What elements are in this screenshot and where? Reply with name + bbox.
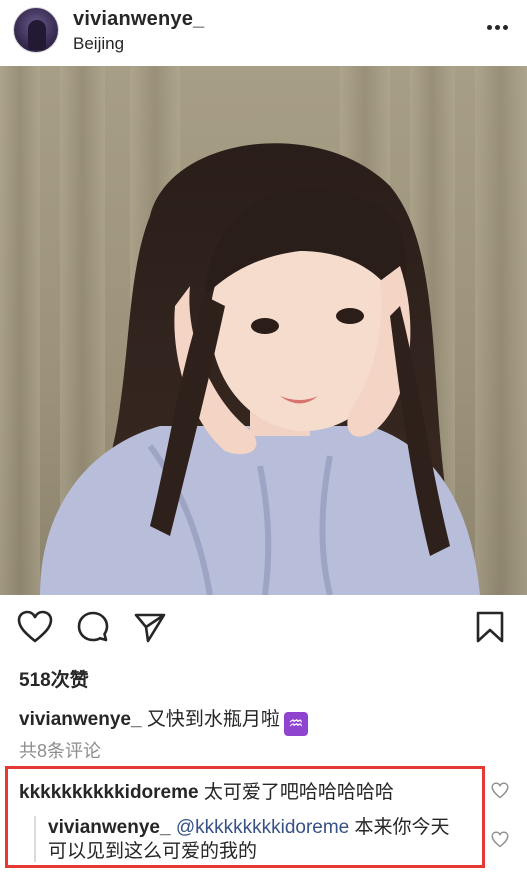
heart-small-icon[interactable] xyxy=(491,831,509,848)
caption-username[interactable]: vivianwenye_ xyxy=(19,709,142,730)
view-all-comments-link[interactable]: 共8条评论 xyxy=(19,737,101,763)
post-header: vivianwenye_ Beijing xyxy=(0,0,527,66)
like-count[interactable]: 518次赞 xyxy=(19,665,89,692)
reply-username[interactable]: vivianwenye_ xyxy=(48,817,171,838)
aquarius-emoji: ♒ xyxy=(283,712,308,736)
comment-text: 太可爱了吧哈哈哈哈哈 xyxy=(203,782,394,803)
paper-plane-icon[interactable] xyxy=(133,610,167,644)
bookmark-icon[interactable] xyxy=(475,610,505,644)
post-caption: vivianwenye_ 又快到水瓶月啦 ♒ xyxy=(19,704,308,736)
comment: kkkkkkkkkkidoreme 太可爱了吧哈哈哈哈哈 xyxy=(19,777,394,804)
post-photo[interactable] xyxy=(0,66,527,595)
heart-small-icon[interactable] xyxy=(491,782,509,799)
post-username[interactable]: vivianwenye_ xyxy=(73,8,204,31)
reply-mention[interactable]: @kkkkkkkkkidoreme xyxy=(176,817,349,838)
comment-username[interactable]: kkkkkkkkkkidoreme xyxy=(19,782,199,803)
avatar[interactable] xyxy=(13,7,59,53)
caption-text: 又快到水瓶月啦 xyxy=(146,709,280,730)
photo-illustration xyxy=(0,66,527,595)
more-horizontal-icon[interactable] xyxy=(487,24,509,32)
reply-comment: vivianwenye_ @kkkkkkkkkidoreme 本来你今天可以见到… xyxy=(48,816,463,864)
reply-thread-line xyxy=(34,816,36,862)
comment-bubble-icon[interactable] xyxy=(76,610,110,644)
heart-outline-icon[interactable] xyxy=(17,610,53,644)
action-bar xyxy=(0,600,527,660)
post-location[interactable]: Beijing xyxy=(73,34,124,54)
